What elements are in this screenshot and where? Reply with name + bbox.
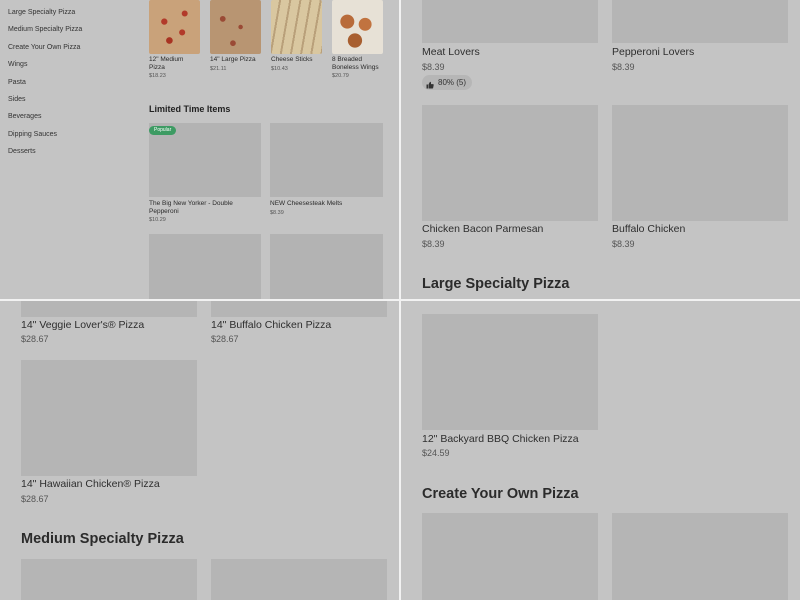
category-link-beverages[interactable]: Beverages (8, 104, 82, 121)
limited-item-name[interactable]: NEW Cheesesteak Melts (270, 200, 380, 208)
quadrant-divider-horizontal (0, 299, 800, 301)
limited-time-heading: Limited Time Items (149, 104, 231, 114)
specialty-items-panel: Meat Lovers $8.39 Pepperoni Lovers $8.39… (401, 0, 800, 299)
menu-item-price: $24.59 (422, 448, 450, 458)
menu-item-price: $8.39 (422, 62, 445, 72)
large-pizza-image[interactable] (210, 0, 261, 54)
limited-item-image[interactable] (149, 234, 261, 299)
menu-item-name[interactable]: Chicken Bacon Parmesan (422, 223, 543, 235)
menu-item-price: $28.67 (211, 334, 239, 344)
cheese-sticks-image[interactable] (271, 0, 322, 54)
menu-item-image[interactable] (612, 513, 788, 600)
create-your-own-panel: 12" Backyard BBQ Chicken Pizza $24.59 Cr… (401, 301, 800, 600)
rating-text: 80% (5) (438, 78, 467, 87)
menu-item-name[interactable]: 12" Backyard BBQ Chicken Pizza (422, 433, 579, 445)
menu-item-image[interactable] (422, 105, 598, 221)
medium-pizza-image[interactable] (149, 0, 200, 54)
featured-item-name[interactable]: 12" Medium Pizza (149, 56, 199, 71)
limited-item-image[interactable] (270, 123, 383, 197)
menu-item-price: $28.67 (21, 334, 49, 344)
menu-item-image[interactable] (21, 301, 197, 317)
section-heading-create-your-own-pizza: Create Your Own Pizza (422, 486, 579, 502)
menu-item-image[interactable] (612, 0, 788, 43)
category-link-wings[interactable]: Wings (8, 52, 82, 69)
menu-item-name[interactable]: 14" Hawaiian Chicken® Pizza (21, 478, 160, 490)
menu-item-price: $28.67 (21, 494, 49, 504)
menu-item-image[interactable] (211, 559, 387, 600)
category-link-desserts[interactable]: Desserts (8, 139, 82, 156)
menu-item-name[interactable]: 14" Veggie Lover's® Pizza (21, 319, 144, 331)
limited-item-price: $10.29 (149, 217, 166, 223)
menu-item-image[interactable] (21, 559, 197, 600)
featured-item-price: $21.11 (210, 66, 227, 72)
menu-item-name[interactable]: Buffalo Chicken (612, 223, 685, 235)
featured-item-price: $20.79 (332, 73, 349, 79)
menu-item-image[interactable] (612, 105, 788, 221)
limited-item-name[interactable]: The Big New Yorker - Double Pepperoni (149, 200, 259, 215)
featured-item-name[interactable]: Cheese Sticks (271, 56, 326, 64)
large-pizza-list-panel: 14" Veggie Lover's® Pizza $28.67 14" Buf… (0, 301, 399, 600)
thumbs-up-icon (426, 79, 434, 88)
featured-item-name[interactable]: 8 Breaded Boneless Wings (332, 56, 387, 71)
category-nav: Large Specialty Pizza Medium Specialty P… (8, 0, 82, 157)
limited-item-image[interactable] (270, 234, 383, 299)
menu-item-price: $8.39 (612, 62, 635, 72)
menu-item-name[interactable]: Meat Lovers (422, 46, 480, 58)
limited-item-price: $8.39 (270, 210, 284, 216)
menu-item-price: $8.39 (422, 239, 445, 249)
rating-badge: 80% (5) (422, 75, 473, 90)
category-link-sides[interactable]: Sides (8, 87, 82, 104)
popular-badge: Popular (149, 126, 177, 135)
menu-overview-panel: Large Specialty Pizza Medium Specialty P… (0, 0, 399, 299)
menu-item-image[interactable] (422, 513, 598, 600)
featured-item-name[interactable]: 14" Large Pizza (210, 56, 265, 64)
boneless-wings-image[interactable] (332, 0, 383, 54)
menu-item-image[interactable] (422, 0, 598, 43)
menu-item-image[interactable] (21, 360, 197, 476)
category-link-pasta[interactable]: Pasta (8, 70, 82, 87)
section-heading-large-specialty-pizza: Large Specialty Pizza (422, 276, 570, 292)
menu-item-price: $8.39 (612, 239, 635, 249)
featured-item-price: $10.43 (271, 66, 288, 72)
category-link-dipping-sauces[interactable]: Dipping Sauces (8, 122, 82, 139)
category-link-medium-specialty-pizza[interactable]: Medium Specialty Pizza (8, 17, 82, 34)
menu-item-name[interactable]: 14" Buffalo Chicken Pizza (211, 319, 331, 331)
section-heading-medium-specialty-pizza: Medium Specialty Pizza (21, 531, 184, 547)
featured-item-price: $18.23 (149, 73, 166, 79)
category-link-create-your-own-pizza[interactable]: Create Your Own Pizza (8, 35, 82, 52)
category-link-large-specialty-pizza[interactable]: Large Specialty Pizza (8, 0, 82, 17)
menu-item-image[interactable] (211, 301, 387, 317)
menu-item-name[interactable]: Pepperoni Lovers (612, 46, 694, 58)
menu-item-image[interactable] (422, 314, 598, 430)
